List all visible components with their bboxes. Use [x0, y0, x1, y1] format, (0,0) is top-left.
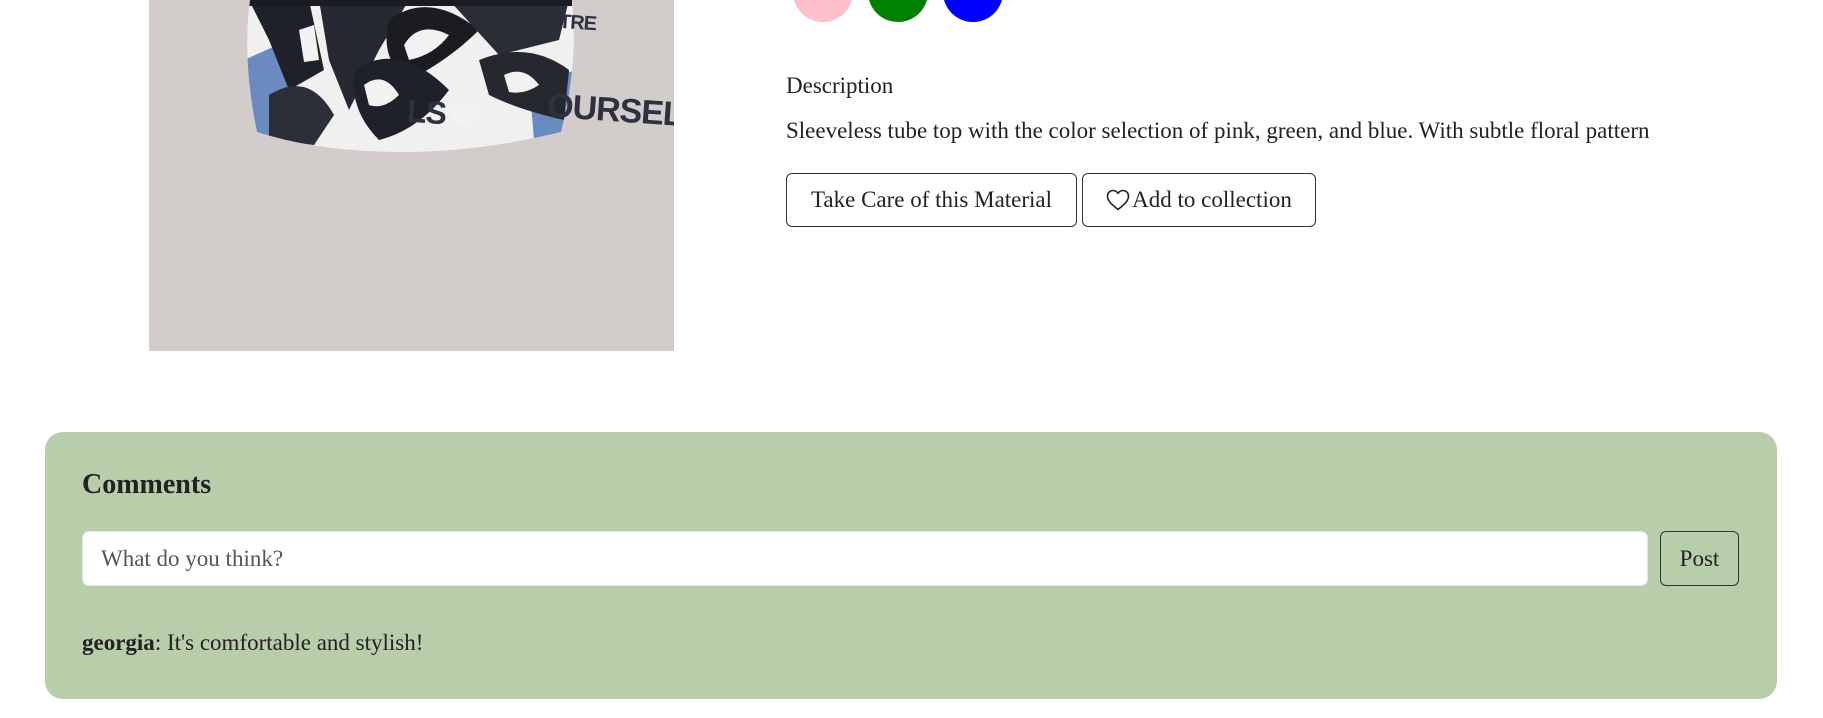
comment-author: georgia [82, 630, 155, 655]
tube-top-illustration [247, 0, 574, 152]
description-heading: Description [786, 73, 894, 98]
swatch-green[interactable] [868, 0, 928, 22]
description-text: Sleeveless tube top with the color selec… [786, 118, 1650, 143]
print-text-3: TRE [558, 10, 597, 36]
add-to-collection-button[interactable]: Add to collection [1082, 173, 1316, 227]
comment-input[interactable] [82, 531, 1648, 586]
take-care-button-label: Take Care of this Material [810, 187, 1053, 212]
swatch-pink[interactable] [793, 0, 853, 22]
comments-panel: Comments Post georgia: It's comfortable … [45, 432, 1777, 699]
comments-title: Comments [82, 469, 212, 500]
comment-separator: : [154, 630, 167, 655]
comment-item: georgia: It's comfortable and stylish! [82, 629, 423, 657]
take-care-button[interactable]: Take Care of this Material [786, 173, 1077, 227]
product-image: LS OURSELF TRE [149, 0, 674, 351]
swatch-blue[interactable] [943, 0, 1003, 22]
heart-icon [1106, 189, 1130, 211]
print-text-1: LS [405, 92, 448, 132]
product-page: LS OURSELF TRE Description Sleeveless tu… [0, 0, 1823, 718]
comment-text: It's comfortable and stylish! [166, 630, 424, 655]
add-to-collection-label: Add to collection [1132, 187, 1292, 212]
post-button[interactable]: Post [1660, 531, 1739, 586]
